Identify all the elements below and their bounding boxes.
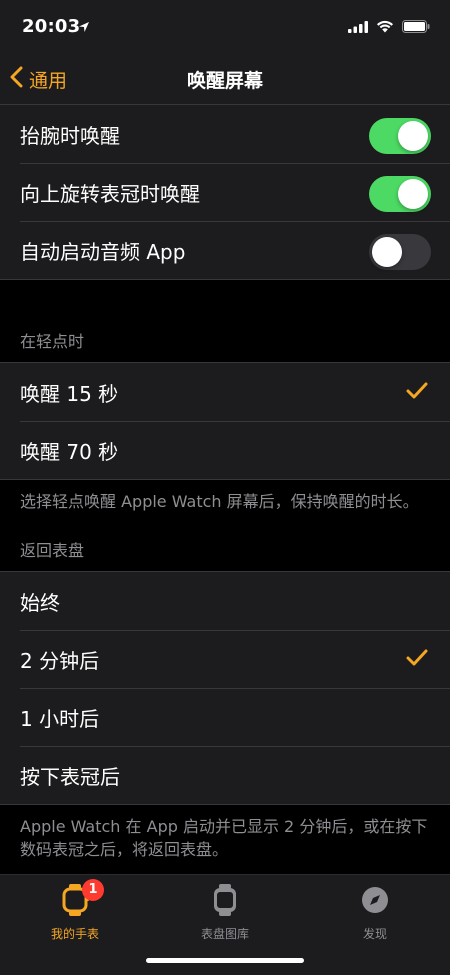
option-label: 按下表冠后 bbox=[20, 764, 120, 789]
tab-label: 我的手表 bbox=[50, 927, 99, 941]
return-options-group: 始终 2 分钟后 1 小时后 按下表冠后 bbox=[0, 571, 450, 805]
crown-rotate-row: 向上旋转表冠时唤醒 bbox=[0, 163, 450, 221]
tab-my-watch[interactable]: 1 我的手表 bbox=[0, 879, 150, 942]
checkmark-icon bbox=[406, 648, 428, 672]
wrist-raise-toggle[interactable] bbox=[369, 118, 431, 154]
checkmark-icon bbox=[406, 381, 428, 405]
return-section-footer: Apple Watch 在 App 启动并已显示 2 分钟后，或在按下数码表冠之… bbox=[20, 817, 428, 859]
wifi-icon bbox=[376, 18, 394, 37]
tap-section-title: 在轻点时 bbox=[20, 332, 85, 351]
page-title: 唤醒屏幕 bbox=[186, 70, 263, 92]
wake-15-seconds-option[interactable]: 唤醒 15 秒 bbox=[0, 363, 450, 421]
tab-label: 发现 bbox=[362, 927, 387, 941]
compass-icon bbox=[360, 887, 390, 921]
watch-face-gallery-icon bbox=[212, 884, 238, 921]
tab-face-gallery[interactable]: 表盘图库 bbox=[150, 883, 300, 942]
tap-options-group: 唤醒 15 秒 唤醒 70 秒 bbox=[0, 362, 450, 480]
status-time: 20:03 bbox=[22, 16, 81, 37]
auto-launch-audio-toggle[interactable] bbox=[369, 234, 431, 270]
wake-70-seconds-option[interactable]: 唤醒 70 秒 bbox=[0, 421, 450, 479]
location-arrow-icon bbox=[78, 18, 90, 37]
return-2-minutes-option[interactable]: 2 分钟后 bbox=[0, 630, 450, 688]
option-label: 始终 bbox=[20, 590, 60, 615]
watch-icon bbox=[60, 884, 90, 921]
settings-content: 抬腕时唤醒 向上旋转表冠时唤醒 自动启动音频 App 在轻点时 唤醒 15 秒 … bbox=[0, 104, 450, 871]
tap-section-header: 在轻点时 bbox=[0, 280, 450, 362]
return-section-header: 返回表盘 bbox=[0, 523, 450, 571]
tab-label: 表盘图库 bbox=[200, 927, 249, 941]
crown-rotate-toggle[interactable] bbox=[369, 176, 431, 212]
signal-icon bbox=[348, 18, 368, 37]
tap-section-footer: 选择轻点唤醒 Apple Watch 屏幕后，保持唤醒的时长。 bbox=[20, 492, 419, 511]
option-label: 2 分钟后 bbox=[20, 648, 100, 673]
tab-discover[interactable]: 发现 bbox=[300, 883, 450, 942]
status-bar: 20:03 bbox=[0, 0, 450, 54]
return-section-title: 返回表盘 bbox=[20, 541, 85, 560]
option-label: 唤醒 70 秒 bbox=[20, 439, 119, 464]
notification-badge: 1 bbox=[82, 879, 104, 901]
option-label: 唤醒 15 秒 bbox=[20, 381, 119, 406]
return-always-option[interactable]: 始终 bbox=[0, 572, 450, 630]
return-1-hour-option[interactable]: 1 小时后 bbox=[0, 688, 450, 746]
option-label: 1 小时后 bbox=[20, 706, 100, 731]
status-indicators bbox=[348, 18, 430, 37]
return-after-crown-option[interactable]: 按下表冠后 bbox=[0, 746, 450, 804]
wake-toggles-group: 抬腕时唤醒 向上旋转表冠时唤醒 自动启动音频 App bbox=[0, 104, 450, 280]
auto-launch-audio-row: 自动启动音频 App bbox=[0, 221, 450, 279]
battery-icon bbox=[402, 18, 430, 37]
navigation-bar: 通用 唤醒屏幕 bbox=[0, 54, 450, 104]
wrist-raise-row: 抬腕时唤醒 bbox=[0, 105, 450, 163]
home-indicator bbox=[146, 958, 304, 963]
